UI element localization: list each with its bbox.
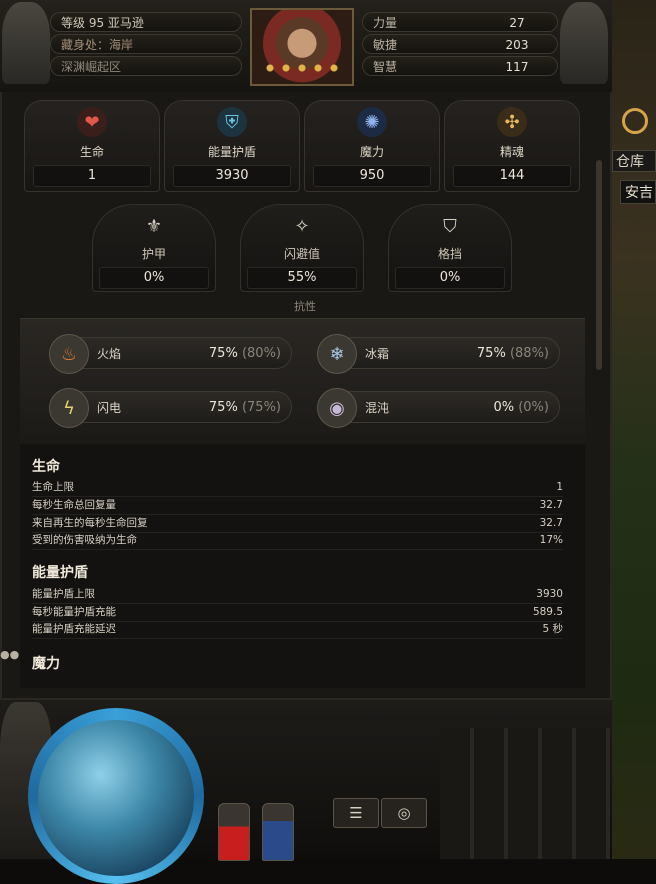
chaos-icon: ◉ — [317, 388, 357, 428]
resistance-value: 75% (80%) — [208, 346, 281, 361]
resistance-value: 0% (0%) — [493, 400, 549, 415]
stat-row[interactable]: 能量护盾充能延迟 5 秒 — [32, 621, 563, 639]
stat-value: 0% — [395, 267, 505, 289]
resistance-label: 混沌 — [365, 401, 390, 415]
heart-icon: ❤ — [77, 107, 107, 137]
fire-icon: ♨ — [49, 334, 89, 374]
block-icon: ⛉ — [443, 215, 457, 237]
hud-arches-ornament — [440, 728, 610, 859]
resistance-fire[interactable]: ♨ 火焰 75% (80%) — [49, 334, 292, 374]
attribute-label: 力量 — [373, 16, 398, 30]
stat-row[interactable]: 能量护盾上限 3930 — [32, 586, 563, 604]
stat-row[interactable]: 受到的伤害吸纳为生命 17% — [32, 532, 563, 550]
stat-row[interactable]: 每秒能量护盾充能 589.5 — [32, 604, 563, 622]
character-hideout: 藏身处：海岸 — [50, 34, 242, 54]
rings-icon[interactable]: ◎ — [381, 798, 427, 828]
life-flask[interactable] — [218, 803, 250, 861]
chat-icon[interactable]: ●● — [0, 648, 19, 661]
stat-tile-spirit[interactable]: ✣ 精魂 144 — [444, 100, 580, 192]
world-label-npc[interactable]: 安吉 — [620, 180, 656, 204]
mana-icon: ✺ — [357, 107, 387, 137]
ring-item-icon[interactable] — [622, 108, 648, 134]
armour-icon: ⚜ — [145, 215, 163, 237]
character-level-class: 等级 95 亚马逊 — [50, 12, 242, 32]
lightning-icon: ϟ — [49, 388, 89, 428]
stat-label: 格挡 — [437, 247, 462, 261]
cold-icon: ❄ — [317, 334, 357, 374]
stat-tile-life[interactable]: ❤ 生命 1 — [24, 100, 160, 192]
attribute-label: 敏捷 — [373, 38, 398, 52]
stat-tile-block[interactable]: ⛉ 格挡 0% — [388, 204, 512, 292]
stat-label: 精魂 — [499, 145, 524, 159]
resistances-panel: ♨ 火焰 75% (80%) ❄ 冰霜 75% (88%) ϟ 闪电 75% (… — [20, 318, 585, 443]
resistance-label: 闪电 — [97, 401, 122, 415]
attribute-intelligence: 智慧 117 — [362, 56, 558, 76]
statue-left-ornament — [2, 2, 50, 84]
resistances-heading: 抗性 — [294, 300, 316, 313]
character-zone: 深渊崛起区 — [50, 56, 242, 76]
stat-value: 1 — [33, 165, 151, 187]
stat-tile-armour[interactable]: ⚜ 护甲 0% — [92, 204, 216, 292]
spirit-icon: ✣ — [497, 107, 527, 137]
stat-label: 魔力 — [359, 145, 384, 159]
stat-value: 950 — [313, 165, 431, 187]
stat-row[interactable]: 生命上限 1 — [32, 479, 563, 497]
world-label-stash[interactable]: 仓库 — [612, 150, 656, 172]
stat-tile-energy-shield[interactable]: ⛨ 能量护盾 3930 — [164, 100, 300, 192]
resistance-label: 冰霜 — [365, 347, 390, 361]
attribute-dexterity: 敏捷 203 — [362, 34, 558, 54]
stat-tile-evasion[interactable]: ✧ 闪避值 55% — [240, 204, 364, 292]
stat-value: 144 — [453, 165, 571, 187]
stat-value: 0% — [99, 267, 209, 289]
section-heading-mana: 魔力 — [32, 656, 60, 672]
stat-value: 3930 — [173, 165, 291, 187]
attribute-value: 203 — [505, 38, 529, 52]
detailed-stats-list[interactable]: 生命 生命上限 1 每秒生命总回复量 32.7 来自再生的每秒生命回复 32.7 受到… — [20, 444, 585, 688]
resistance-chaos[interactable]: ◉ 混沌 0% (0%) — [317, 388, 560, 428]
life-orb[interactable] — [38, 720, 194, 876]
portrait-ornament — [262, 58, 342, 78]
resistance-value: 75% (75%) — [208, 400, 281, 415]
stat-tile-mana[interactable]: ✺ 魔力 950 — [304, 100, 440, 192]
stat-label: 能量护盾 — [207, 145, 256, 159]
mana-flask[interactable] — [262, 803, 294, 861]
attribute-value: 27 — [509, 16, 525, 30]
resistance-cold[interactable]: ❄ 冰霜 75% (88%) — [317, 334, 560, 374]
shield-icon: ⛨ — [217, 107, 247, 137]
stat-row[interactable]: 来自再生的每秒生命回复 32.7 — [32, 515, 563, 533]
panel-scrollbar[interactable] — [596, 160, 602, 370]
stat-label: 生命 — [79, 145, 104, 159]
attribute-strength: 力量 27 — [362, 12, 558, 32]
character-header: 等级 95 亚马逊 藏身处：海岸 深渊崛起区 力量 27 敏捷 203 智慧 1… — [0, 0, 612, 92]
attribute-value: 117 — [505, 60, 529, 74]
resistance-value: 75% (88%) — [476, 346, 549, 361]
resistance-lightning[interactable]: ϟ 闪电 75% (75%) — [49, 388, 292, 428]
statue-right-ornament — [560, 2, 608, 84]
stat-value: 55% — [247, 267, 357, 289]
stat-row[interactable]: 每秒生命总回复量 32.7 — [32, 497, 563, 515]
stat-label: 护甲 — [141, 247, 166, 261]
evasion-icon: ✧ — [294, 215, 310, 237]
stat-label: 闪避值 — [283, 247, 320, 261]
section-heading-life: 生命 — [32, 459, 60, 475]
attribute-label: 智慧 — [373, 60, 398, 74]
section-heading-energy-shield: 能量护盾 — [32, 565, 88, 581]
menu-icon[interactable]: ☰ — [333, 798, 379, 828]
resistance-label: 火焰 — [97, 347, 122, 361]
